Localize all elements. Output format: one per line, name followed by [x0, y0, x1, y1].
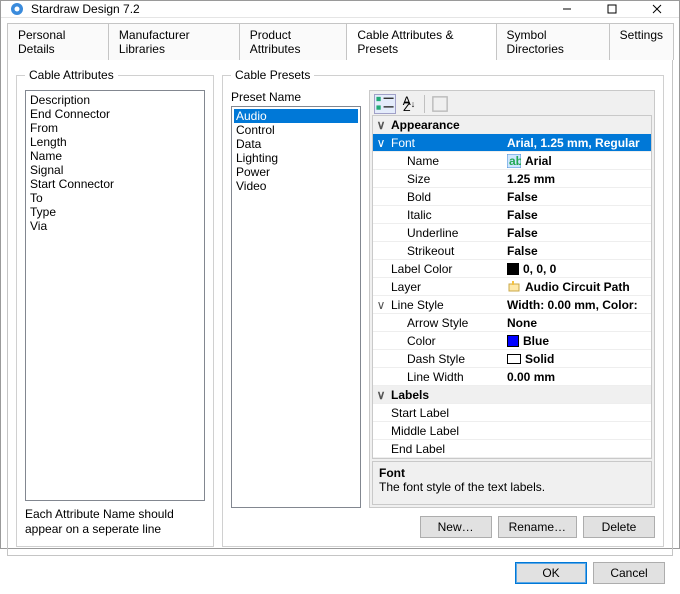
propgrid-row-font[interactable]: ∨ Font Arial, 1.25 mm, Regular: [373, 134, 651, 152]
propgrid-row-middle-label[interactable]: Middle Label: [373, 422, 651, 440]
propgrid-description: Font The font style of the text labels.: [372, 461, 652, 505]
delete-button[interactable]: Delete: [583, 516, 655, 538]
propgrid-row-line-width[interactable]: Line Width0.00 mm: [373, 368, 651, 386]
app-window: Stardraw Design 7.2 Personal Details Man…: [0, 0, 680, 549]
new-button[interactable]: New…: [420, 516, 492, 538]
list-item[interactable]: Type: [28, 205, 202, 219]
color-swatch: [507, 335, 519, 347]
list-item[interactable]: Control: [234, 123, 358, 137]
app-icon: [9, 1, 25, 17]
cable-attributes-group: Cable Attributes Description End Connect…: [16, 68, 214, 547]
propgrid-category-appearance[interactable]: ∨ Appearance: [373, 116, 651, 134]
categorized-icon[interactable]: [374, 94, 396, 114]
list-item[interactable]: From: [28, 121, 202, 135]
cable-attributes-listbox[interactable]: Description End Connector From Length Na…: [25, 90, 205, 501]
dialog-buttons: OK Cancel: [1, 562, 679, 594]
color-swatch: [507, 263, 519, 275]
tab-manufacturer-libraries[interactable]: Manufacturer Libraries: [108, 23, 240, 60]
property-grid-panel: AZ↓ ∨ Appearance: [369, 90, 655, 508]
rename-button[interactable]: Rename…: [498, 516, 577, 538]
ok-button[interactable]: OK: [515, 562, 587, 584]
cable-presets-group: Cable Presets Preset Name Audio Control …: [222, 68, 664, 547]
maximize-button[interactable]: [589, 1, 634, 17]
toolbar-separator: [424, 95, 425, 113]
propgrid-row-font-italic[interactable]: ItalicFalse: [373, 206, 651, 224]
property-grid[interactable]: ∨ Appearance ∨ Font Arial, 1.25 mm, Regu…: [372, 115, 652, 459]
propgrid-row-ls-color[interactable]: ColorBlue: [373, 332, 651, 350]
list-item[interactable]: End Connector: [28, 107, 202, 121]
list-item[interactable]: To: [28, 191, 202, 205]
close-button[interactable]: [634, 1, 679, 17]
preset-name-listbox[interactable]: Audio Control Data Lighting Power Video: [231, 106, 361, 508]
propgrid-row-dash-style[interactable]: Dash StyleSolid: [373, 350, 651, 368]
propgrid-row-font-strikeout[interactable]: StrikeoutFalse: [373, 242, 651, 260]
titlebar: Stardraw Design 7.2: [1, 1, 679, 18]
propgrid-row-line-style[interactable]: ∨Line StyleWidth: 0.00 mm, Color:: [373, 296, 651, 314]
propgrid-row-end-label[interactable]: End Label: [373, 440, 651, 458]
preset-name-label: Preset Name: [231, 90, 361, 104]
propgrid-row-font-name[interactable]: Name abArial: [373, 152, 651, 170]
window-buttons: [544, 1, 679, 17]
collapse-icon[interactable]: ∨: [373, 298, 389, 312]
list-item[interactable]: Video: [234, 179, 358, 193]
cable-attributes-legend: Cable Attributes: [25, 68, 118, 82]
list-item[interactable]: Data: [234, 137, 358, 151]
preset-buttons: New… Rename… Delete: [231, 516, 655, 538]
minimize-button[interactable]: [544, 1, 589, 17]
cable-presets-panel: Cable Presets Preset Name Audio Control …: [222, 68, 664, 547]
tab-content: Cable Attributes Description End Connect…: [7, 59, 673, 556]
tab-product-attributes[interactable]: Product Attributes: [239, 23, 348, 60]
tab-symbol-directories[interactable]: Symbol Directories: [496, 23, 610, 60]
propgrid-desc-text: The font style of the text labels.: [379, 480, 645, 494]
propgrid-row-arrow-style[interactable]: Arrow StyleNone: [373, 314, 651, 332]
list-item[interactable]: Length: [28, 135, 202, 149]
collapse-icon[interactable]: ∨: [373, 118, 389, 132]
tab-personal-details[interactable]: Personal Details: [7, 23, 109, 60]
cable-attributes-hint: Each Attribute Name should appear on a s…: [25, 507, 205, 538]
list-item[interactable]: Via: [28, 219, 202, 233]
svg-text:ab: ab: [509, 154, 521, 168]
property-pages-icon[interactable]: [429, 94, 451, 114]
propgrid-row-start-label[interactable]: Start Label: [373, 404, 651, 422]
cable-presets-legend: Cable Presets: [231, 68, 314, 82]
propgrid-toolbar: AZ↓: [372, 93, 652, 115]
window-title: Stardraw Design 7.2: [31, 2, 544, 16]
propgrid-row-layer[interactable]: LayerAudio Circuit Path: [373, 278, 651, 296]
propgrid-category-labels[interactable]: ∨Labels: [373, 386, 651, 404]
propgrid-row-font-size[interactable]: Size1.25 mm: [373, 170, 651, 188]
cancel-button[interactable]: Cancel: [593, 562, 665, 584]
tab-settings[interactable]: Settings: [609, 23, 674, 60]
collapse-icon[interactable]: ∨: [373, 388, 389, 402]
propgrid-desc-title: Font: [379, 466, 645, 480]
list-item[interactable]: Power: [234, 165, 358, 179]
propgrid-row-label-color[interactable]: Label Color0, 0, 0: [373, 260, 651, 278]
tab-cable-attributes-presets[interactable]: Cable Attributes & Presets: [346, 23, 496, 60]
layer-icon: [507, 280, 521, 294]
tabstrip: Personal Details Manufacturer Libraries …: [1, 18, 679, 59]
list-item[interactable]: Signal: [28, 163, 202, 177]
list-item[interactable]: Audio: [234, 109, 358, 123]
list-item[interactable]: Name: [28, 149, 202, 163]
list-item[interactable]: Start Connector: [28, 177, 202, 191]
font-icon: ab: [507, 154, 521, 168]
propgrid-row-font-underline[interactable]: UnderlineFalse: [373, 224, 651, 242]
propgrid-row-font-bold[interactable]: BoldFalse: [373, 188, 651, 206]
alphabetical-icon[interactable]: AZ↓: [398, 94, 420, 114]
list-item[interactable]: Description: [28, 93, 202, 107]
dash-preview-icon: [507, 354, 521, 364]
cable-attributes-panel: Cable Attributes Description End Connect…: [16, 68, 214, 547]
collapse-icon[interactable]: ∨: [373, 136, 389, 150]
list-item[interactable]: Lighting: [234, 151, 358, 165]
